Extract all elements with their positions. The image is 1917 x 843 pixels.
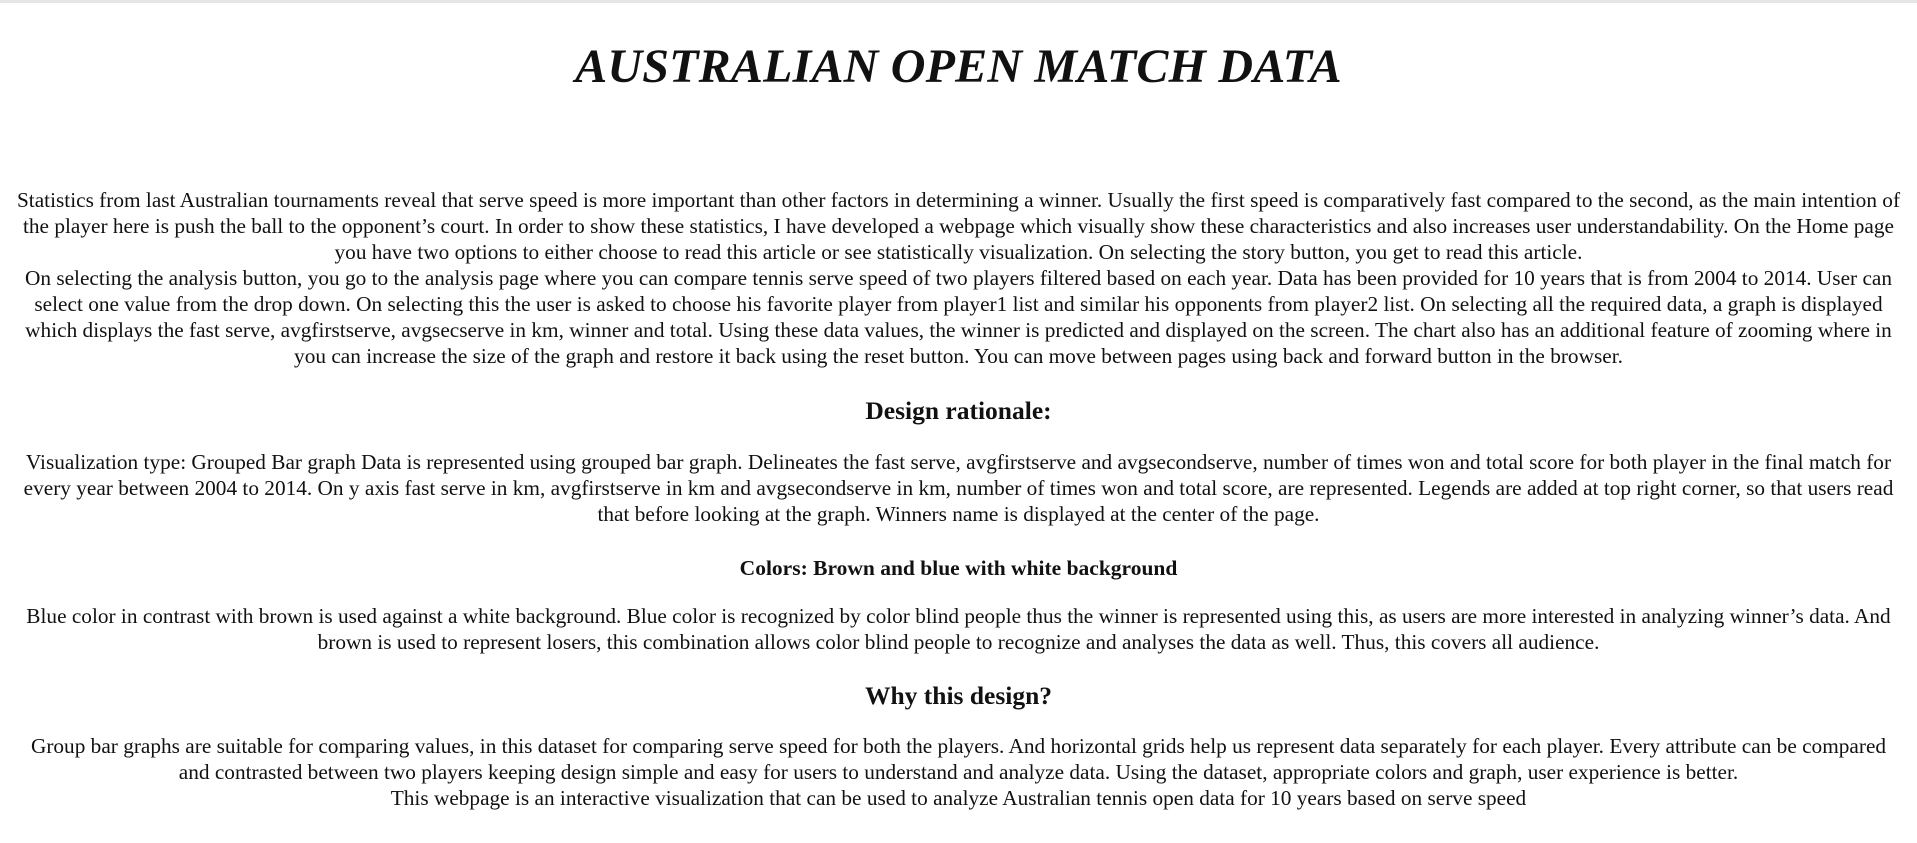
intro-paragraph-1: Statistics from last Australian tourname… (16, 188, 1901, 264)
page-title: AUSTRALIAN OPEN MATCH DATA (575, 40, 1342, 93)
why-design-heading: Why this design? (864, 681, 1053, 710)
colors-heading: Colors: Brown and blue with white backgr… (739, 556, 1178, 580)
intro-section: Statistics from last Australian tourname… (14, 95, 1903, 369)
why-design-text: Group bar graphs are suitable for compar… (30, 734, 1887, 784)
design-rationale-text: Visualization type: Grouped Bar graph Da… (23, 450, 1894, 526)
closing-text: This webpage is an interactive visualiza… (390, 786, 1527, 810)
article-page: AUSTRALIAN OPEN MATCH DATA Statistics fr… (0, 0, 1917, 843)
design-rationale-heading: Design rationale: (865, 396, 1052, 425)
colors-text: Blue color in contrast with brown is use… (26, 604, 1891, 654)
intro-paragraph-2: On selecting the analysis button, you go… (24, 266, 1893, 368)
